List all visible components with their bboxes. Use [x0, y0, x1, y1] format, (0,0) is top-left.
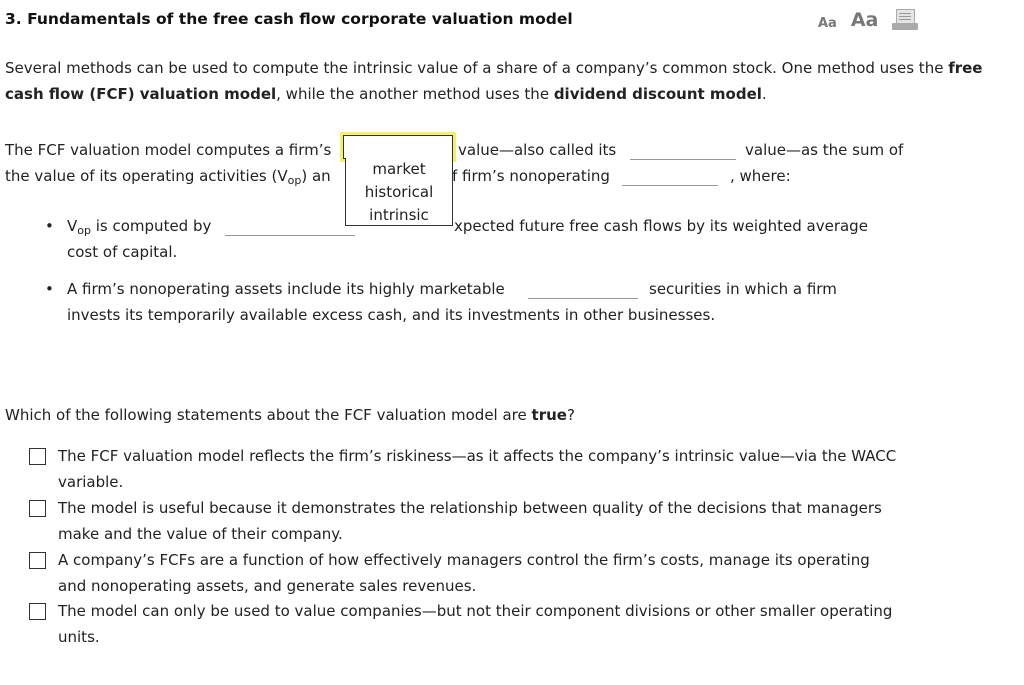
print-line: [899, 13, 912, 14]
dropdown-option-market[interactable]: market: [346, 158, 452, 181]
intro-bold-ddm: dividend discount model: [553, 84, 762, 103]
question-text: Which of the following statements about …: [5, 406, 532, 424]
intro-text: , while the another method uses the: [276, 84, 554, 103]
dropdown-options-list: market historical intrinsic: [345, 158, 453, 226]
paragraph-text: value—also called its: [458, 141, 617, 159]
option-2[interactable]: The model is useful because it demonstra…: [58, 495, 958, 547]
bullet-text: V: [67, 217, 78, 235]
bullet-text: xpected future free cash flows by its we…: [454, 217, 868, 235]
bullet-item: • A firm’s nonoperating assets include i…: [45, 276, 967, 328]
print-icon[interactable]: [892, 9, 919, 31]
paragraph-text: value—as the sum of: [745, 141, 904, 159]
paragraph-text: The FCF valuation model computes a firm’…: [5, 141, 332, 159]
value-type-dropdown[interactable]: [340, 132, 456, 162]
option-text: A company’s FCFs are a function of how e…: [58, 551, 870, 569]
option-text: variable.: [58, 473, 124, 491]
subscript: op: [287, 174, 302, 187]
dropdown-option-intrinsic[interactable]: intrinsic: [346, 204, 452, 227]
question-prompt: Which of the following statements about …: [5, 406, 575, 424]
option-text: The FCF valuation model reflects the fir…: [58, 447, 897, 465]
blank-dropdown-3[interactable]: [622, 169, 718, 186]
paragraph-text: f firm’s nonoperating: [452, 167, 610, 185]
option-text: and nonoperating assets, and generate sa…: [58, 577, 477, 595]
option-checkbox-4[interactable]: [29, 603, 46, 620]
intro-paragraph: Several methods can be used to compute t…: [5, 56, 1005, 107]
bullet-text: A firm’s nonoperating assets include its…: [67, 280, 505, 298]
intro-text: .: [761, 84, 767, 103]
blank-dropdown-2[interactable]: [630, 143, 736, 160]
bullet-item: • Vop is computed by xpected future free…: [45, 213, 967, 265]
option-text: make and the value of their company.: [58, 525, 343, 543]
option-1[interactable]: The FCF valuation model reflects the fir…: [58, 443, 958, 495]
option-4[interactable]: The model can only be used to value comp…: [58, 598, 958, 650]
paragraph-text: , where:: [730, 167, 791, 185]
blank-dropdown-4[interactable]: [225, 219, 355, 236]
bullet-dot: •: [45, 280, 54, 298]
question-bold: true: [531, 406, 567, 424]
option-text: The model can only be used to value comp…: [58, 602, 893, 620]
option-text: The model is useful because it demonstra…: [58, 499, 882, 517]
subscript: op: [77, 224, 91, 237]
print-line: [899, 19, 912, 20]
paragraph-text: the value of its operating activities (V: [5, 167, 288, 185]
bullet-text: invests its temporarily available excess…: [67, 306, 716, 324]
intro-text: Several methods can be used to compute t…: [5, 59, 949, 77]
toolbar: Aa Aa: [818, 9, 919, 31]
blank-dropdown-5[interactable]: [528, 282, 638, 299]
option-checkbox-1[interactable]: [29, 448, 46, 465]
decrease-font-button[interactable]: Aa: [818, 16, 837, 31]
bullet-dot: •: [45, 217, 54, 235]
bullet-text: is computed by: [90, 217, 212, 235]
option-3[interactable]: A company’s FCFs are a function of how e…: [58, 547, 958, 599]
paragraph-text: ) an: [301, 167, 331, 185]
option-checkbox-2[interactable]: [29, 500, 46, 517]
question-title: 3. Fundamentals of the free cash flow co…: [5, 10, 573, 28]
print-line: [899, 16, 912, 17]
increase-font-button[interactable]: Aa: [851, 9, 879, 31]
fill-in-paragraph: The FCF valuation model computes a firm’…: [5, 137, 1005, 189]
question-text: ?: [566, 406, 575, 424]
dropdown-option-historical[interactable]: historical: [346, 181, 452, 204]
option-text: units.: [58, 628, 100, 646]
bullet-text: securities in which a firm: [649, 280, 837, 298]
print-base: [892, 23, 919, 30]
option-checkbox-3[interactable]: [29, 552, 46, 569]
